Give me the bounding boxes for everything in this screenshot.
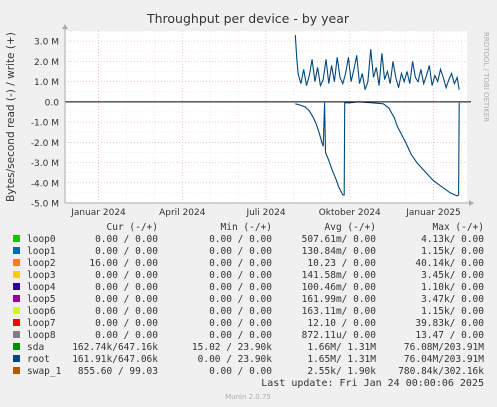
legend-value: 15.02 / 23.90k xyxy=(192,342,272,353)
legend-column-header: Min (-/+) xyxy=(221,222,272,233)
y-tick-labels: 3.0 M 2.0 M 1.0 M 0.0 -1.0 M -2.0 M -3.0 M -4.0… xyxy=(31,38,59,210)
legend-value: 0.00 / 0.00 xyxy=(209,330,272,341)
side-watermark: RRDTOOL / TOBI OETIKER xyxy=(482,32,490,122)
legend-series-name: loop2 xyxy=(27,258,56,269)
legend-value: 1.66M/ 1.31M xyxy=(307,342,376,353)
legend-value: 16.00 / 0.00 xyxy=(89,258,158,269)
y-tick-label: -3.0 M xyxy=(31,159,59,169)
legend-value: 12.10 / 0.00 xyxy=(307,318,376,329)
legend-value: 141.58m/ 0.00 xyxy=(302,270,377,281)
legend-swatch xyxy=(13,355,20,362)
legend-value: 40.14k/ 0.00 xyxy=(415,258,484,269)
legend-swatch xyxy=(13,235,20,242)
legend-value: 780.84k/302.16k xyxy=(398,366,484,377)
legend-value: 0.00 / 0.00 xyxy=(209,294,272,305)
legend-column-header: Avg (-/+) xyxy=(325,222,376,233)
legend-value: 0.00 / 0.00 xyxy=(95,318,158,329)
legend-value: 4.13k/ 0.00 xyxy=(421,234,484,245)
legend-swatch xyxy=(13,259,20,266)
legend-value: 0.00 / 0.00 xyxy=(209,306,272,317)
legend-series-name: loop1 xyxy=(27,246,56,257)
y-tick-label: 2.0 M xyxy=(34,58,59,68)
plot-area xyxy=(65,31,467,203)
legend-series-name: root xyxy=(27,354,50,365)
legend-swatch xyxy=(13,283,20,290)
legend-value: 507.61m/ 0.00 xyxy=(302,234,377,245)
munin-version-text: Munin 2.0.75 xyxy=(225,393,271,401)
legend-swatch xyxy=(13,307,20,314)
legend-value: 76.04M/203.91M xyxy=(404,354,484,365)
legend-value: 3.45k/ 0.00 xyxy=(421,270,484,281)
y-axis-label: Bytes/second read (-) / write (+) xyxy=(5,32,17,202)
legend-value: 0.00 / 0.00 xyxy=(209,282,272,293)
legend-column-header: Max (-/+) xyxy=(433,222,484,233)
legend-series-name: sda xyxy=(27,342,44,353)
last-update-text: Last update: Fri Jan 24 00:00:06 2025 xyxy=(261,378,484,389)
y-tick-label: -2.0 M xyxy=(31,139,59,149)
legend-value: 100.46m/ 0.00 xyxy=(302,282,377,293)
y-tick-label: -4.0 M xyxy=(31,179,59,189)
legend-value: 0.00 / 0.00 xyxy=(209,246,272,257)
legend-value: 855.60 / 99.03 xyxy=(78,366,158,377)
legend-value: 0.00 / 0.00 xyxy=(95,330,158,341)
legend-swatch xyxy=(13,319,20,326)
legend-swatch xyxy=(13,343,20,350)
legend-series-name: loop7 xyxy=(27,318,56,329)
y-tick-label: 1.0 M xyxy=(34,78,59,88)
legend-value: 162.74k/647.16k xyxy=(72,342,158,353)
legend-value: 161.99m/ 0.00 xyxy=(302,294,377,305)
legend-value: 3.47k/ 0.00 xyxy=(421,294,484,305)
legend-value: 0.00 / 0.00 xyxy=(95,282,158,293)
legend-value: 161.91k/647.06k xyxy=(72,354,158,365)
legend-column-header: Cur (-/+) xyxy=(107,222,158,233)
legend-value: 163.11m/ 0.00 xyxy=(302,306,377,317)
legend-swatch xyxy=(13,271,20,278)
legend-series-name: loop3 xyxy=(27,270,56,281)
legend-swatch xyxy=(13,295,20,302)
legend-swatch xyxy=(13,367,20,374)
legend-value: 0.00 / 0.00 xyxy=(209,366,272,377)
legend-value: 1.15k/ 0.00 xyxy=(421,306,484,317)
legend-value: 10.23 / 0.00 xyxy=(307,258,376,269)
legend-value: 0.00 / 0.00 xyxy=(95,294,158,305)
legend-value: 0.00 / 0.00 xyxy=(95,234,158,245)
x-tick-label: Januar 2024 xyxy=(70,208,126,218)
legend-value: 1.15k/ 0.00 xyxy=(421,246,484,257)
chart-title: Throughput per device - by year xyxy=(146,11,350,26)
legend-swatch xyxy=(13,247,20,254)
legend-value: 0.00 / 0.00 xyxy=(209,234,272,245)
legend-value: 13.47 / 0.00 xyxy=(415,330,484,341)
x-tick-label: Juli 2024 xyxy=(245,208,285,218)
legend-value: 0.00 / 23.90k xyxy=(198,354,273,365)
legend-value: 0.00 / 0.00 xyxy=(209,270,272,281)
legend-value: 0.00 / 0.00 xyxy=(95,246,158,257)
y-tick-label: 0.0 xyxy=(45,98,60,108)
legend-value: 2.55k/ 1.90k xyxy=(307,366,376,377)
legend-value: 39.83k/ 0.00 xyxy=(415,318,484,329)
legend-value: 1.65M/ 1.31M xyxy=(307,354,376,365)
legend-value: 0.00 / 0.00 xyxy=(95,270,158,281)
legend-value: 1.10k/ 0.00 xyxy=(421,282,484,293)
legend-value: 0.00 / 0.00 xyxy=(95,306,158,317)
legend-series-name: loop0 xyxy=(27,234,56,245)
legend-value: 0.00 / 0.00 xyxy=(209,318,272,329)
legend-series-name: loop8 xyxy=(27,330,56,341)
legend-value: 0.00 / 0.00 xyxy=(209,258,272,269)
y-tick-label: -1.0 M xyxy=(31,119,59,129)
y-tick-label: 3.0 M xyxy=(34,38,59,48)
x-tick-label: April 2024 xyxy=(159,208,206,218)
legend-value: 130.84m/ 0.00 xyxy=(302,246,377,257)
legend-series-name: loop6 xyxy=(27,306,56,317)
x-tick-label: Januar 2025 xyxy=(405,208,461,218)
legend-value: 872.11u/ 0.00 xyxy=(302,330,377,341)
legend-series-name: loop4 xyxy=(27,282,56,293)
legend-swatch xyxy=(13,331,20,338)
x-tick-label: Oktober 2024 xyxy=(319,208,381,218)
legend-series-name: loop5 xyxy=(27,294,56,305)
legend-value: 76.08M/203.91M xyxy=(404,342,484,353)
throughput-chart: Throughput per device - by year RRDTOOL … xyxy=(0,0,497,407)
y-tick-label: -5.0 M xyxy=(31,200,59,210)
legend-series-name: swap_1 xyxy=(27,366,62,377)
